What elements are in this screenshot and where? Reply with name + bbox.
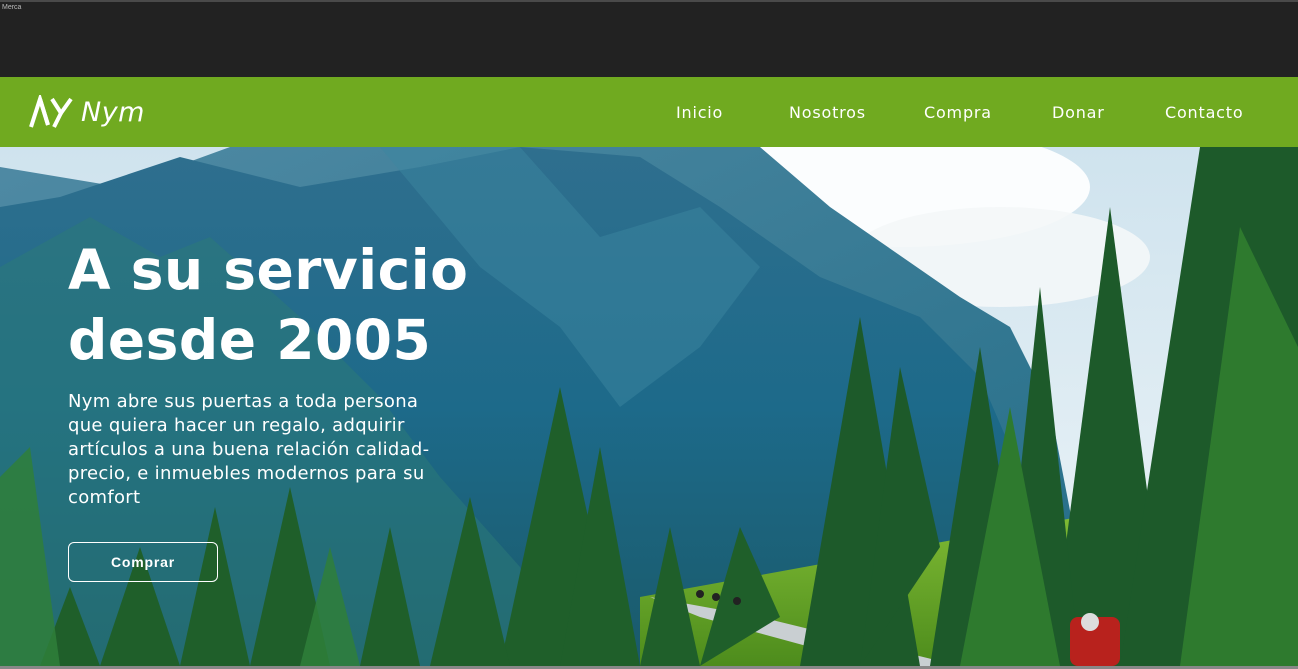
hero-description: Nym abre sus puertas a toda persona que … xyxy=(68,391,430,508)
hero-title-line2: desde 2005 xyxy=(68,308,432,372)
brand-logo[interactable]: Nym xyxy=(28,95,145,129)
ny-logo-icon xyxy=(29,95,73,128)
nav-link-donar[interactable]: Donar xyxy=(1052,103,1105,122)
nav-link-compra[interactable]: Compra xyxy=(924,103,992,122)
main-navbar: Nym Inicio Nosotros Compra Donar Contact… xyxy=(0,77,1298,147)
hero-title-line1: A su servicio xyxy=(68,238,469,302)
hero-title: A su servicio desde 2005 xyxy=(68,235,528,375)
nav-link-contacto[interactable]: Contacto xyxy=(1165,103,1243,122)
hero-section: A su servicio desde 2005 Nym abre sus pu… xyxy=(0,147,1298,666)
page-tab-label: Merca xyxy=(2,4,22,11)
browser-top-area: Merca xyxy=(0,0,1298,77)
brand-name: Nym xyxy=(81,96,145,128)
nav-link-nosotros[interactable]: Nosotros xyxy=(789,103,866,122)
nav-link-inicio[interactable]: Inicio xyxy=(676,103,723,122)
comprar-button[interactable]: Comprar xyxy=(68,542,218,582)
